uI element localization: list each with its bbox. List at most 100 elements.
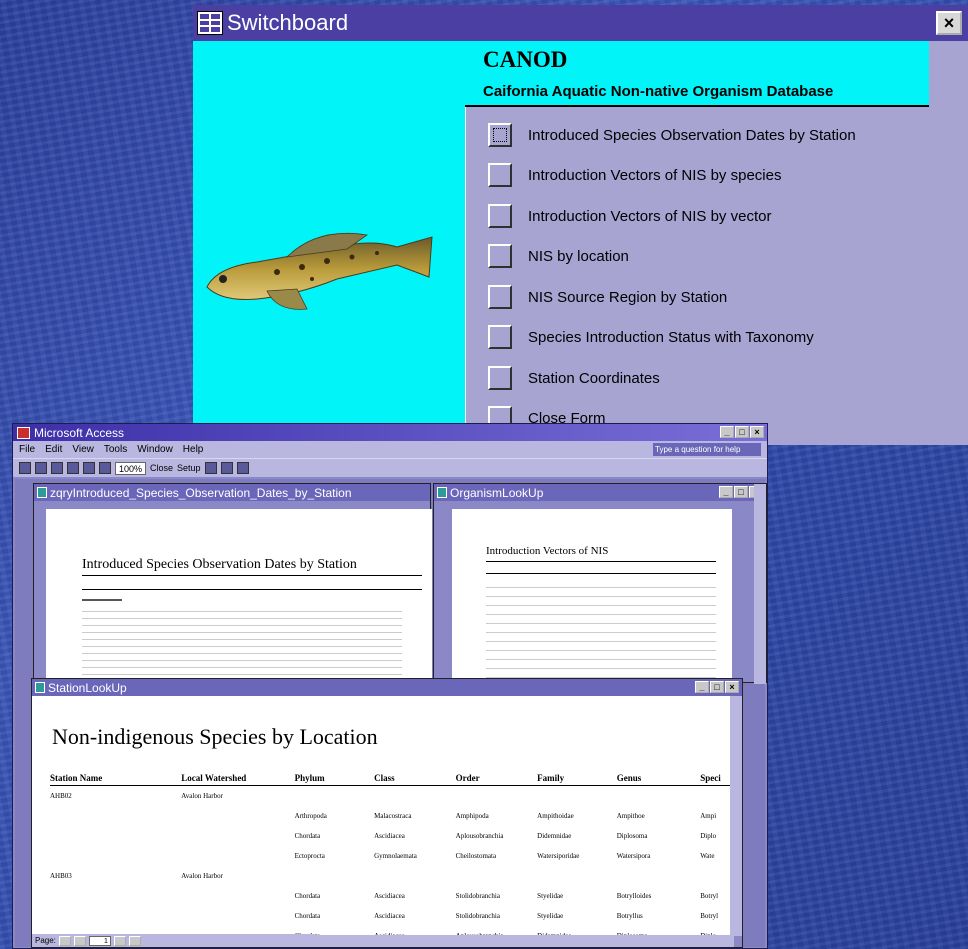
menu-item[interactable]: Introduced Species Observation Dates by …	[488, 120, 856, 150]
organism-report-title: Introduction Vectors of NIS	[486, 545, 609, 557]
setup-button[interactable]: Setup	[177, 463, 201, 473]
menu-window[interactable]: Window	[137, 444, 173, 455]
table-cell: Malacostraca	[374, 812, 412, 820]
observation-report-title: Introduced Species Observation Dates by …	[82, 557, 357, 572]
menu-item[interactable]: Species Introduction Status with Taxonom…	[488, 322, 814, 352]
zoom-icon[interactable]	[51, 462, 63, 474]
column-header: Speci	[700, 772, 721, 783]
previous-page-button[interactable]	[73, 935, 86, 946]
maximize-icon[interactable]: □	[734, 486, 748, 498]
menu-button[interactable]	[488, 244, 512, 268]
multiple-pages-icon[interactable]	[99, 462, 111, 474]
observation-report-window: zqryIntroduced_Species_Observation_Dates…	[33, 483, 432, 684]
station-report-table: Station Name Local Watershed Phylum Clas…	[50, 770, 730, 936]
menu-item[interactable]: Station Coordinates	[488, 363, 660, 393]
last-page-button[interactable]	[128, 935, 141, 946]
menu-button[interactable]	[488, 366, 512, 390]
table-row: Chordata Ascidiacea Stolidobranchia Styelid…	[50, 906, 730, 926]
menu-button[interactable]	[488, 163, 512, 187]
table-cell: Cheilostomata	[455, 852, 497, 860]
maximize-icon[interactable]: □	[735, 426, 749, 438]
table-cell: Styelidae	[537, 912, 564, 920]
database-window-icon[interactable]	[220, 462, 233, 474]
menu-help[interactable]: Help	[183, 444, 204, 455]
office-links-icon[interactable]	[204, 462, 217, 474]
table-cell: Watersipora	[616, 852, 651, 860]
horizontal-scrollbar[interactable]	[314, 935, 734, 947]
table-cell: Avalon Harbor	[181, 792, 223, 800]
minimize-icon[interactable]: _	[720, 426, 734, 438]
organism-report-page: Introduction Vectors of NIS	[452, 509, 732, 684]
table-row: AHB03 Avalon Harbor	[50, 866, 730, 886]
station-report-title: Non-indigenous Species by Location	[52, 724, 378, 749]
menu-item[interactable]: Introduction Vectors of NIS by species	[488, 160, 781, 190]
table-cell: Ascidiacea	[374, 832, 405, 840]
station-window-title: StationLookUp	[48, 680, 127, 695]
page-navigator: Page: 1	[32, 934, 314, 947]
vertical-scrollbar[interactable]	[754, 484, 766, 684]
menu-edit[interactable]: Edit	[45, 444, 62, 455]
table-row: Chordata Ascidiacea Stolidobranchia Styelid…	[50, 886, 730, 906]
table-cell: Ampithoe	[616, 812, 645, 820]
menu-item-label: Species Introduction Status with Taxonom…	[528, 328, 814, 346]
report-rule	[486, 561, 716, 562]
station-report-window: StationLookUp _ □ × Non-indigenous Speci…	[31, 678, 743, 948]
access-title: Microsoft Access	[34, 425, 125, 440]
organism-titlebar[interactable]: OrganismLookUp _ □ ×	[434, 484, 766, 501]
station-titlebar[interactable]: StationLookUp _ □ ×	[32, 679, 742, 696]
minimize-icon[interactable]: _	[719, 486, 733, 498]
switchboard-titlebar[interactable]: Switchboard	[193, 5, 968, 41]
menu-item-label: Introduction Vectors of NIS by species	[528, 166, 782, 184]
report-rule	[82, 575, 422, 576]
menu-item[interactable]: NIS by location	[488, 241, 629, 271]
switchboard-menu: Introduced Species Observation Dates by …	[465, 107, 968, 445]
table-cell: Watersiporidae	[537, 852, 580, 860]
close-preview-button[interactable]: Close	[150, 463, 173, 473]
close-icon[interactable]: ×	[725, 681, 739, 693]
menu-item[interactable]: NIS Source Region by Station	[488, 282, 727, 312]
access-titlebar[interactable]: Microsoft Access _ □ ×	[13, 424, 767, 441]
menu-button[interactable]	[488, 204, 512, 228]
page-number-input[interactable]: 1	[88, 935, 111, 946]
menu-button[interactable]	[488, 325, 512, 349]
column-header: Phylum	[294, 772, 325, 783]
close-button[interactable]: ×	[936, 11, 962, 35]
menu-item-label: Introduction Vectors of NIS by vector	[528, 207, 772, 225]
table-cell: Aplousobranchia	[455, 832, 504, 840]
table-cell: Ascidiacea	[374, 912, 405, 920]
one-page-icon[interactable]	[67, 462, 79, 474]
next-page-button[interactable]	[113, 935, 126, 946]
close-icon[interactable]: ×	[750, 426, 764, 438]
menu-button[interactable]	[488, 123, 512, 147]
two-pages-icon[interactable]	[83, 462, 95, 474]
table-cell: Didemnidae	[537, 832, 572, 840]
new-object-icon[interactable]	[236, 462, 249, 474]
table-row: Chordata Ascidiacea Aplousobranchia Didemni…	[50, 826, 730, 846]
zoom-select[interactable]: 100%	[115, 461, 147, 475]
view-icon[interactable]	[19, 462, 31, 474]
image-panel	[193, 41, 465, 445]
table-cell: Botryllus	[616, 912, 643, 920]
maximize-icon[interactable]: □	[710, 681, 724, 693]
observation-titlebar[interactable]: zqryIntroduced_Species_Observation_Dates…	[34, 484, 430, 501]
table-row: Ectoprocta Gymnolaemata Cheilostomata Water…	[50, 846, 730, 866]
table-row: AHB02 Avalon Harbor	[50, 786, 730, 806]
table-body: AHB02 Avalon Harbor Arthropoda Malacostraca…	[50, 786, 730, 936]
minimize-icon[interactable]: _	[695, 681, 709, 693]
menu-item[interactable]: Introduction Vectors of NIS by vector	[488, 201, 771, 231]
report-rule	[82, 589, 422, 590]
menu-item-label: NIS by location	[528, 247, 629, 265]
form-icon	[197, 11, 223, 35]
first-page-button[interactable]	[58, 935, 71, 946]
table-cell: Ampi	[700, 812, 717, 820]
help-search-input[interactable]: Type a question for help	[653, 443, 761, 456]
menu-view[interactable]: View	[72, 444, 94, 455]
table-cell: Wate	[700, 852, 715, 860]
menu-bar: File Edit View Tools Window Help Type a …	[13, 441, 767, 458]
menu-button[interactable]	[488, 285, 512, 309]
table-cell: Diplo	[700, 832, 717, 840]
print-icon[interactable]	[35, 462, 47, 474]
menu-tools[interactable]: Tools	[104, 444, 127, 455]
vertical-scrollbar[interactable]	[730, 696, 742, 936]
menu-file[interactable]: File	[19, 444, 35, 455]
